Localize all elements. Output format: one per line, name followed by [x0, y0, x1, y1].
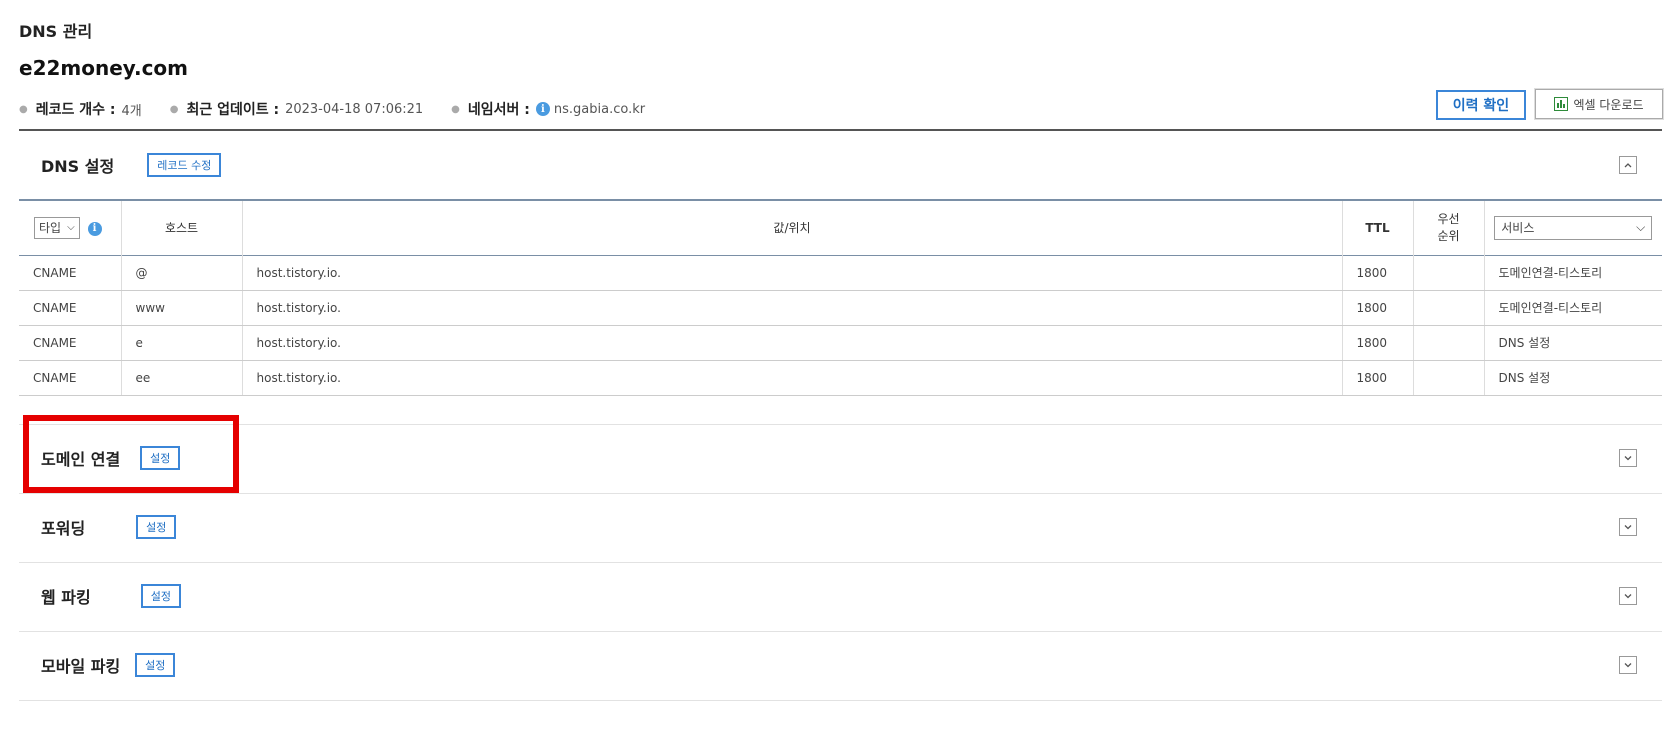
web-parking-section: 웹 파킹 설정	[19, 583, 1662, 609]
chevron-down-icon: ⌵	[67, 222, 75, 234]
web-parking-title: 웹 파킹	[41, 588, 91, 607]
forwarding-title: 포워딩	[41, 519, 86, 538]
nameserver: ● 네임서버 : i ns.gabia.co.kr	[451, 99, 645, 119]
row-service: DNS 설정	[1484, 325, 1662, 361]
excel-download-button[interactable]: 엑셀 다운로드	[1535, 89, 1663, 119]
page-label: DNS 관리	[19, 22, 93, 41]
table-row[interactable]: CNAME ee host.tistory.io. 1800 DNS 설정	[19, 360, 1662, 396]
last-update-label: 최근 업데이트 :	[186, 102, 280, 118]
type-column-header: 타입 ⌵ i	[19, 200, 122, 255]
row-type: CNAME	[19, 360, 122, 396]
row-service: 도메인연결-티스토리	[1484, 290, 1662, 326]
row-ttl: 1800	[1342, 325, 1414, 361]
dns-section-header: DNS 설정 레코드 수정	[19, 152, 1662, 178]
row-service: DNS 설정	[1484, 360, 1662, 396]
nameserver-value: ns.gabia.co.kr	[553, 101, 646, 117]
mobile-parking-section: 모바일 파킹 설정	[19, 652, 1662, 678]
row-type: CNAME	[19, 255, 122, 291]
ttl-column-header: TTL	[1342, 200, 1414, 255]
service-filter-label: 서비스	[1501, 221, 1535, 236]
bullet-icon: ●	[169, 103, 179, 115]
row-host: e	[121, 325, 243, 361]
web-parking-setting-button[interactable]: 설정	[140, 584, 181, 608]
section-divider	[19, 424, 1662, 425]
chevron-up-icon	[1624, 163, 1632, 168]
section-divider	[19, 631, 1662, 632]
table-header-row: 타입 ⌵ i 호스트 값/위치 TTL 우선 순위 서비스 ⌵	[19, 200, 1662, 255]
domain-meta: ● 레코드 개수 : 4개 ● 최근 업데이트 : 2023-04-18 07:…	[19, 99, 673, 119]
chevron-down-icon	[1624, 456, 1632, 461]
table-row[interactable]: CNAME e host.tistory.io. 1800 DNS 설정	[19, 325, 1662, 361]
chevron-down-icon	[1624, 594, 1632, 599]
type-filter-label: 타입	[38, 221, 62, 236]
section-divider	[19, 562, 1662, 563]
row-service: 도메인연결-티스토리	[1484, 255, 1662, 291]
row-priority	[1413, 290, 1485, 326]
row-priority	[1413, 360, 1485, 396]
chevron-down-icon	[1624, 663, 1632, 668]
type-filter-select[interactable]: 타입 ⌵	[33, 216, 80, 239]
table-row[interactable]: CNAME @ host.tistory.io. 1800 도메인연결-티스토리	[19, 255, 1662, 291]
forwarding-setting-button[interactable]: 설정	[136, 515, 177, 539]
row-value: host.tistory.io.	[242, 255, 1343, 291]
service-filter-select[interactable]: 서비스 ⌵	[1494, 215, 1653, 240]
mobile-parking-setting-button[interactable]: 설정	[135, 653, 176, 677]
excel-download-label: 엑셀 다운로드	[1573, 97, 1644, 112]
domain-title: e22money.com	[19, 56, 189, 80]
record-edit-button[interactable]: 레코드 수정	[147, 153, 222, 177]
table-row[interactable]: CNAME www host.tistory.io. 1800 도메인연결-티스…	[19, 290, 1662, 326]
row-value: host.tistory.io.	[242, 360, 1343, 396]
info-icon[interactable]: i	[87, 221, 102, 236]
last-update: ● 최근 업데이트 : 2023-04-18 07:06:21	[170, 99, 423, 119]
chart-icon	[1554, 97, 1569, 111]
expand-toggle[interactable]	[1619, 656, 1637, 674]
row-ttl: 1800	[1342, 255, 1414, 291]
dns-section-title: DNS 설정	[41, 157, 115, 176]
mobile-parking-title: 모바일 파킹	[41, 657, 121, 676]
row-host: @	[121, 255, 243, 291]
row-priority	[1413, 255, 1485, 291]
row-value: host.tistory.io.	[242, 325, 1343, 361]
expand-toggle[interactable]	[1619, 449, 1637, 467]
chevron-down-icon	[1624, 525, 1632, 530]
row-host: www	[121, 290, 243, 326]
record-count-value: 4개	[121, 103, 142, 119]
highlight-annotation	[23, 415, 239, 493]
last-update-value: 2023-04-18 07:06:21	[285, 101, 424, 117]
priority-column-header: 우선 순위	[1413, 200, 1485, 255]
forwarding-section: 포워딩 설정	[19, 514, 1662, 540]
row-ttl: 1800	[1342, 290, 1414, 326]
row-ttl: 1800	[1342, 360, 1414, 396]
row-type: CNAME	[19, 325, 122, 361]
info-icon[interactable]: i	[535, 102, 550, 116]
section-divider	[19, 700, 1662, 701]
dns-record-table: 타입 ⌵ i 호스트 값/위치 TTL 우선 순위 서비스 ⌵ CNAME @ …	[19, 199, 1662, 396]
section-divider	[19, 493, 1662, 494]
expand-toggle[interactable]	[1619, 587, 1637, 605]
history-button[interactable]: 이력 확인	[1436, 90, 1526, 120]
service-column-header: 서비스 ⌵	[1484, 200, 1662, 255]
row-value: host.tistory.io.	[242, 290, 1343, 326]
domain-connect-section: 도메인 연결 설정	[19, 445, 1662, 471]
expand-toggle[interactable]	[1619, 518, 1637, 536]
collapse-toggle[interactable]	[1619, 156, 1637, 174]
record-count: ● 레코드 개수 : 4개	[19, 99, 142, 119]
row-host: ee	[121, 360, 243, 396]
nameserver-label: 네임서버 :	[467, 102, 530, 118]
record-count-label: 레코드 개수 :	[35, 102, 116, 118]
host-column-header: 호스트	[121, 200, 243, 255]
value-column-header: 값/위치	[242, 200, 1343, 255]
top-divider	[19, 129, 1662, 131]
bullet-icon: ●	[451, 103, 460, 115]
bullet-icon: ●	[19, 103, 28, 115]
chevron-down-icon: ⌵	[1636, 220, 1646, 235]
row-type: CNAME	[19, 290, 122, 326]
row-priority	[1413, 325, 1485, 361]
